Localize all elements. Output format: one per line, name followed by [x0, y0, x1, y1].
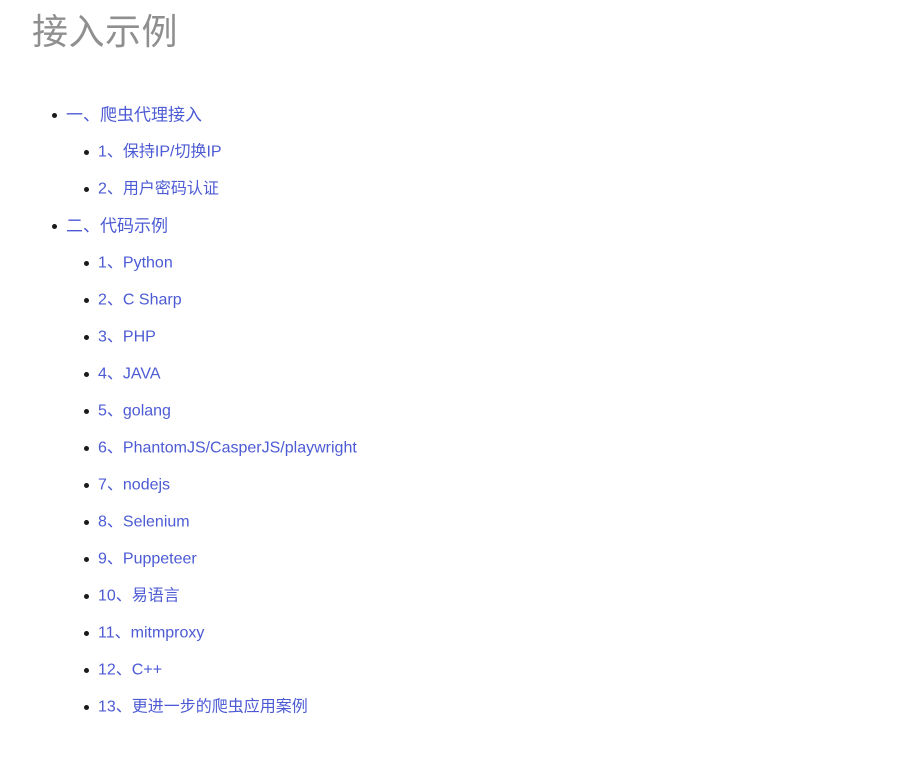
toc-link-phantomjs-casperjs-playwright[interactable]: 6、PhantomJS/CasperJS/playwright: [98, 439, 357, 456]
toc-item-row: 11、mitmproxy: [84, 614, 860, 651]
list-item: 6、PhantomJS/CasperJS/playwright: [84, 429, 860, 466]
toc-section-row: 一、爬虫代理接入: [52, 96, 860, 133]
bullet-icon: [84, 297, 89, 303]
toc-link-golang[interactable]: 5、golang: [98, 402, 171, 419]
bullet-icon: [84, 630, 89, 636]
list-item: 8、Selenium: [84, 503, 860, 540]
toc-item-row: 1、Python: [84, 244, 860, 281]
toc-link-easy-language[interactable]: 10、易语言: [98, 587, 180, 604]
toc-list-level-2: 1、Python 2、C Sharp 3、PHP 4、JAVA 5、golang…: [52, 244, 860, 725]
table-of-contents: 一、爬虫代理接入 1、保持IP/切换IP 2、用户密码认证 二、代码示例 1、P…: [0, 96, 860, 725]
bullet-icon: [84, 593, 89, 599]
toc-link-c-sharp[interactable]: 2、C Sharp: [98, 291, 182, 308]
toc-link-puppeteer[interactable]: 9、Puppeteer: [98, 550, 197, 567]
toc-link-php[interactable]: 3、PHP: [98, 328, 156, 345]
toc-item-row: 9、Puppeteer: [84, 540, 860, 577]
list-item: 4、JAVA: [84, 355, 860, 392]
toc-link-nodejs[interactable]: 7、nodejs: [98, 476, 170, 493]
toc-link-advanced-crawler-cases[interactable]: 13、更进一步的爬虫应用案例: [98, 698, 308, 715]
list-item: 12、C++: [84, 651, 860, 688]
list-item: 13、更进一步的爬虫应用案例: [84, 688, 860, 725]
bullet-icon: [84, 371, 89, 377]
bullet-icon: [84, 482, 89, 488]
toc-item-row: 6、PhantomJS/CasperJS/playwright: [84, 429, 860, 466]
page-root: 接入示例 一、爬虫代理接入 1、保持IP/切换IP 2、用户密码认证 二、代码示…: [0, 0, 909, 757]
toc-link-selenium[interactable]: 8、Selenium: [98, 513, 190, 530]
toc-item-row: 8、Selenium: [84, 503, 860, 540]
bullet-icon: [84, 334, 89, 340]
toc-item-row: 5、golang: [84, 392, 860, 429]
list-item: 3、PHP: [84, 318, 860, 355]
toc-list-level-1: 一、爬虫代理接入 1、保持IP/切换IP 2、用户密码认证 二、代码示例 1、P…: [0, 96, 860, 725]
list-item: 1、Python: [84, 244, 860, 281]
bullet-icon: [52, 223, 57, 229]
list-item: 1、保持IP/切换IP: [84, 133, 860, 170]
bullet-icon: [84, 445, 89, 451]
page-title: 接入示例: [32, 11, 179, 52]
bullet-icon: [52, 112, 57, 118]
toc-list-level-2: 1、保持IP/切换IP 2、用户密码认证: [52, 133, 860, 207]
toc-section: 二、代码示例 1、Python 2、C Sharp 3、PHP 4、JAVA 5…: [52, 207, 860, 725]
toc-link-python[interactable]: 1、Python: [98, 254, 173, 271]
toc-item-row: 7、nodejs: [84, 466, 860, 503]
bullet-icon: [84, 260, 89, 266]
bullet-icon: [84, 186, 89, 192]
toc-section-row: 二、代码示例: [52, 207, 860, 244]
bullet-icon: [84, 408, 89, 414]
list-item: 11、mitmproxy: [84, 614, 860, 651]
bullet-icon: [84, 667, 89, 673]
toc-item-row: 3、PHP: [84, 318, 860, 355]
list-item: 9、Puppeteer: [84, 540, 860, 577]
toc-link-java[interactable]: 4、JAVA: [98, 365, 161, 382]
toc-item-row: 4、JAVA: [84, 355, 860, 392]
list-item: 5、golang: [84, 392, 860, 429]
bullet-icon: [84, 149, 89, 155]
toc-item-row: 13、更进一步的爬虫应用案例: [84, 688, 860, 725]
list-item: 2、C Sharp: [84, 281, 860, 318]
list-item: 10、易语言: [84, 577, 860, 614]
toc-link-mitmproxy[interactable]: 11、mitmproxy: [98, 624, 204, 641]
toc-link-keep-switch-ip[interactable]: 1、保持IP/切换IP: [98, 143, 222, 160]
toc-link-user-password-auth[interactable]: 2、用户密码认证: [98, 180, 219, 197]
toc-item-row: 12、C++: [84, 651, 860, 688]
toc-item-row: 10、易语言: [84, 577, 860, 614]
bullet-icon: [84, 704, 89, 710]
toc-link-section-1[interactable]: 一、爬虫代理接入: [66, 105, 202, 124]
list-item: 2、用户密码认证: [84, 170, 860, 207]
toc-item-row: 2、用户密码认证: [84, 170, 860, 207]
toc-link-section-2[interactable]: 二、代码示例: [66, 216, 168, 235]
toc-item-row: 2、C Sharp: [84, 281, 860, 318]
list-item: 7、nodejs: [84, 466, 860, 503]
bullet-icon: [84, 519, 89, 525]
bullet-icon: [84, 556, 89, 562]
toc-item-row: 1、保持IP/切换IP: [84, 133, 860, 170]
toc-link-cpp[interactable]: 12、C++: [98, 661, 162, 678]
toc-section: 一、爬虫代理接入 1、保持IP/切换IP 2、用户密码认证: [52, 96, 860, 207]
